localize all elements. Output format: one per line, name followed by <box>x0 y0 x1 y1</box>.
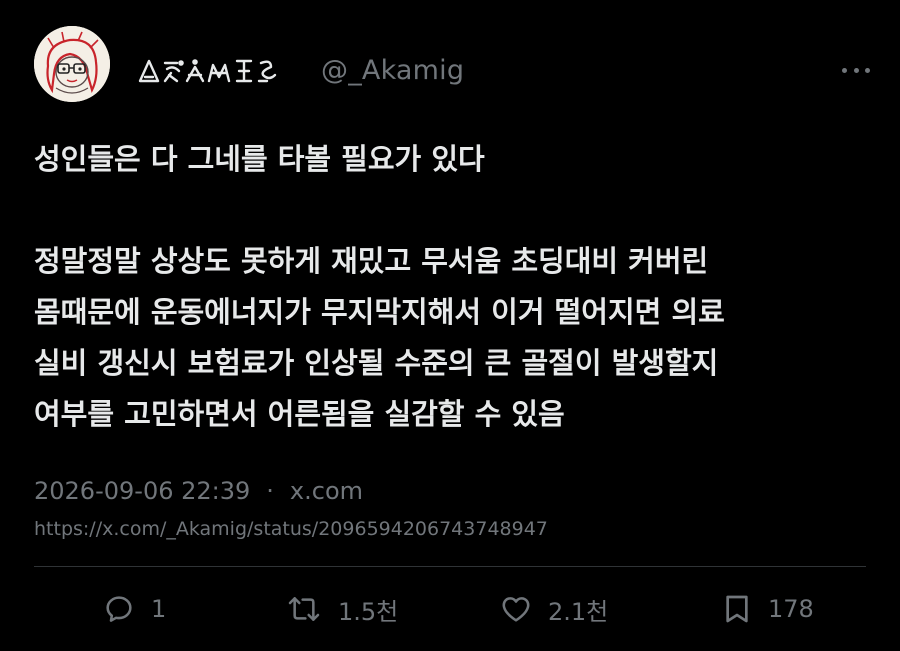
more-options-icon[interactable] <box>842 60 870 80</box>
bookmark-icon <box>726 595 748 623</box>
author-row: @_Akamig <box>137 52 464 88</box>
tweet-url[interactable]: https://x.com/_Akamig/status/20965942067… <box>34 518 548 540</box>
bookmark-button[interactable]: 178 <box>722 585 814 633</box>
display-name[interactable] <box>137 55 307 85</box>
reply-button[interactable]: 1 <box>103 585 166 633</box>
author-handle[interactable]: @_Akamig <box>321 55 464 86</box>
meta-separator: · <box>266 477 274 505</box>
heart-icon <box>502 597 530 622</box>
like-button[interactable]: 2.1천 <box>500 585 608 633</box>
tweet-source[interactable]: x.com <box>290 477 363 505</box>
tweet-meta: 2026-09-06 22:39 · x.com <box>34 477 363 505</box>
display-name-glyphs <box>138 59 277 83</box>
avatar[interactable] <box>34 26 110 102</box>
like-count: 2.1천 <box>548 597 609 626</box>
tweet-card: @_Akamig 성인들은 다 그네를 타볼 필요가 있다 정말정말 상상도 못… <box>0 0 900 651</box>
reply-count: 1 <box>151 595 167 623</box>
divider <box>34 566 866 567</box>
bookmark-count: 178 <box>768 595 814 623</box>
tweet-timestamp[interactable]: 2026-09-06 22:39 <box>34 477 250 505</box>
repost-icon <box>288 597 320 621</box>
repost-button[interactable]: 1.5천 <box>286 585 398 633</box>
tweet-text: 성인들은 다 그네를 타볼 필요가 있다 정말정말 상상도 못하게 재밌고 무서… <box>34 142 725 431</box>
repost-count: 1.5천 <box>338 597 399 626</box>
reply-icon <box>106 596 132 622</box>
action-bar: 1 1.5천 2.1천 178 <box>0 585 900 633</box>
avatar-illustration <box>34 26 110 102</box>
